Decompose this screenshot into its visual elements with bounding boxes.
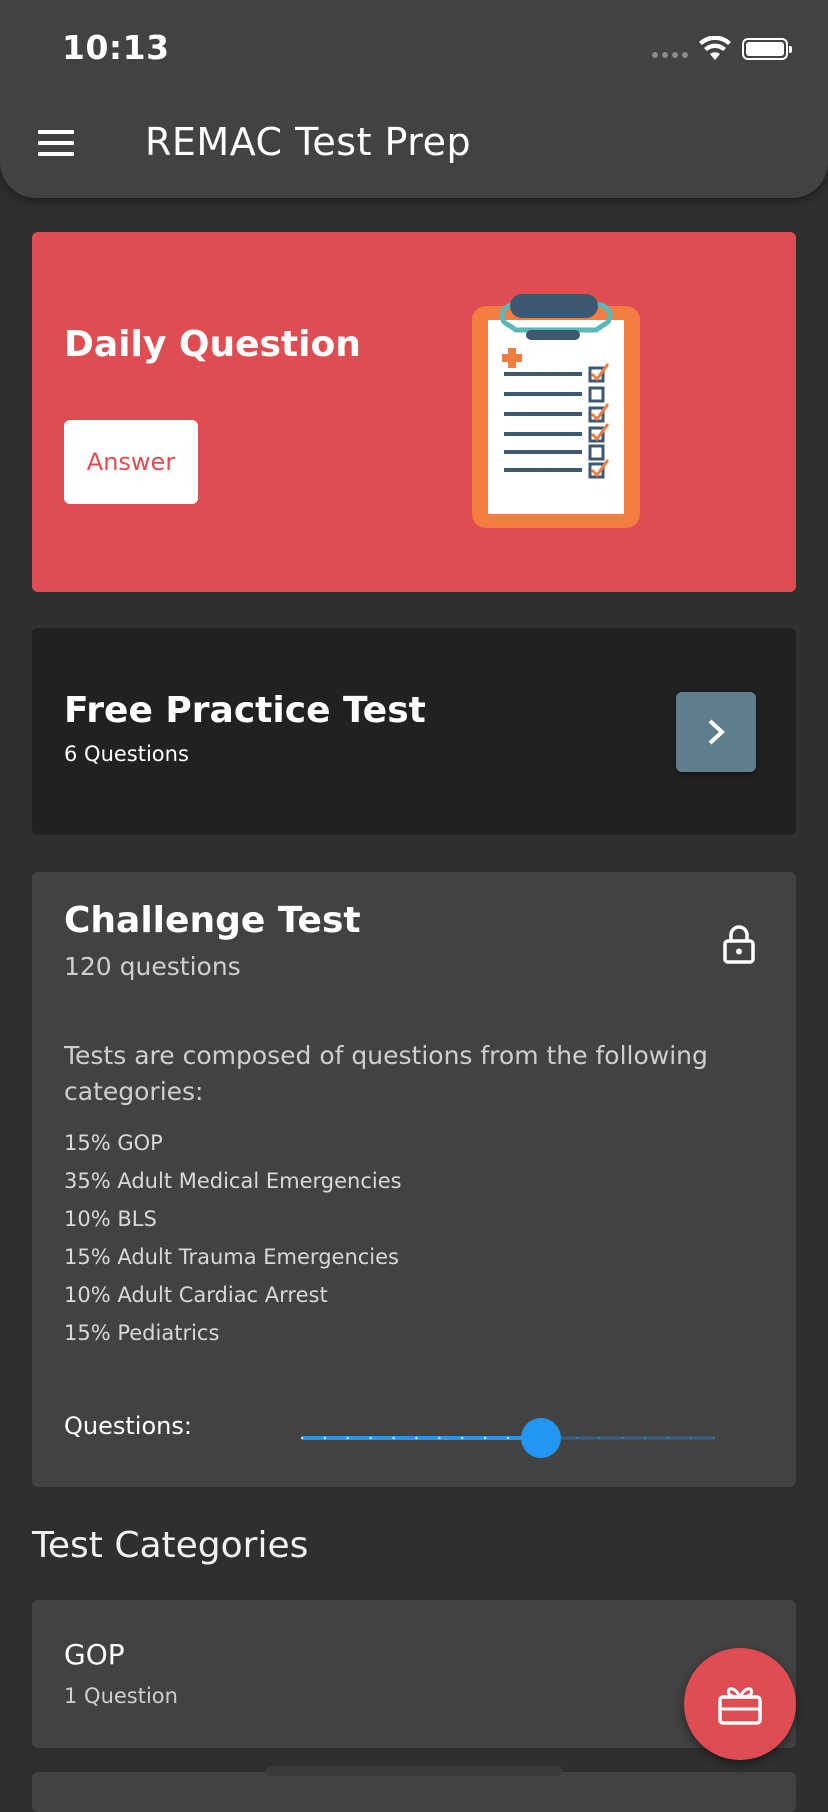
slider-tick <box>644 1436 647 1440</box>
free-practice-question-count: 6 Questions <box>64 742 189 766</box>
slider-tick <box>621 1436 624 1440</box>
gift-icon <box>718 1687 762 1725</box>
slider-tick <box>300 1436 304 1440</box>
battery-icon <box>742 38 792 60</box>
category-breakdown-item: 15% Adult Trauma Emergencies <box>64 1245 399 1269</box>
slider-tick <box>438 1436 441 1440</box>
category-card-gop[interactable]: GOP 1 Question <box>32 1600 796 1748</box>
slider-tick <box>506 1436 510 1440</box>
app-title: REMAC Test Prep <box>145 120 472 164</box>
clipboard-checklist-icon <box>472 294 640 528</box>
status-time: 10:13 <box>62 28 170 67</box>
daily-question-title: Daily Question <box>64 324 361 365</box>
challenge-test-description: Tests are composed of questions from the… <box>64 1041 708 1106</box>
category-question-count: 1 Question <box>64 1684 178 1708</box>
slider-tick <box>598 1436 601 1440</box>
slider-tick <box>415 1436 418 1440</box>
start-free-practice-button[interactable] <box>676 692 756 772</box>
gift-fab-button[interactable] <box>684 1648 796 1760</box>
test-categories-heading: Test Categories <box>32 1525 309 1566</box>
lock-icon[interactable] <box>722 924 756 964</box>
category-breakdown-list: 15% GOP 35% Adult Medical Emergencies 10… <box>64 1124 402 1352</box>
challenge-test-title: Challenge Test <box>64 900 361 941</box>
slider-tick <box>461 1436 464 1440</box>
questions-slider-label: Questions: <box>64 1412 192 1440</box>
slider-tick <box>667 1436 670 1440</box>
app-bar: 10:13 REMAC Test Prep <box>0 0 828 198</box>
category-breakdown-item: 15% Pediatrics <box>64 1321 220 1345</box>
category-breakdown-item: 10% Adult Cardiac Arrest <box>64 1283 328 1307</box>
category-breakdown-item: 15% GOP <box>64 1131 163 1155</box>
slider-tick <box>346 1436 349 1440</box>
slider-thumb[interactable] <box>520 1418 561 1458</box>
challenge-test-question-count: 120 questions <box>64 952 241 981</box>
slider-tick <box>483 1436 487 1440</box>
wifi-icon <box>699 36 731 60</box>
questions-slider[interactable] <box>270 1418 750 1458</box>
category-card-next[interactable] <box>32 1772 796 1812</box>
slider-tick <box>323 1436 327 1440</box>
hamburger-menu-icon[interactable] <box>38 130 74 156</box>
free-practice-title: Free Practice Test <box>64 690 426 731</box>
challenge-test-card: Challenge Test 120 questions Tests are c… <box>32 872 796 1487</box>
category-breakdown-item: 10% BLS <box>64 1207 157 1231</box>
slider-tick <box>712 1436 716 1440</box>
slider-tick <box>575 1436 578 1440</box>
cell-signal-icon <box>652 52 688 58</box>
category-breakdown-item: 35% Adult Medical Emergencies <box>64 1169 402 1193</box>
answer-button[interactable]: Answer <box>64 420 198 504</box>
slider-tick <box>392 1436 395 1440</box>
daily-question-card[interactable]: Daily Question Answer <box>32 232 796 592</box>
slider-tick <box>369 1436 372 1440</box>
home-indicator <box>266 1766 562 1776</box>
slider-tick <box>689 1436 693 1440</box>
free-practice-test-card[interactable]: Free Practice Test 6 Questions <box>32 628 796 835</box>
category-title: GOP <box>64 1638 125 1671</box>
chevron-right-icon <box>708 719 725 745</box>
